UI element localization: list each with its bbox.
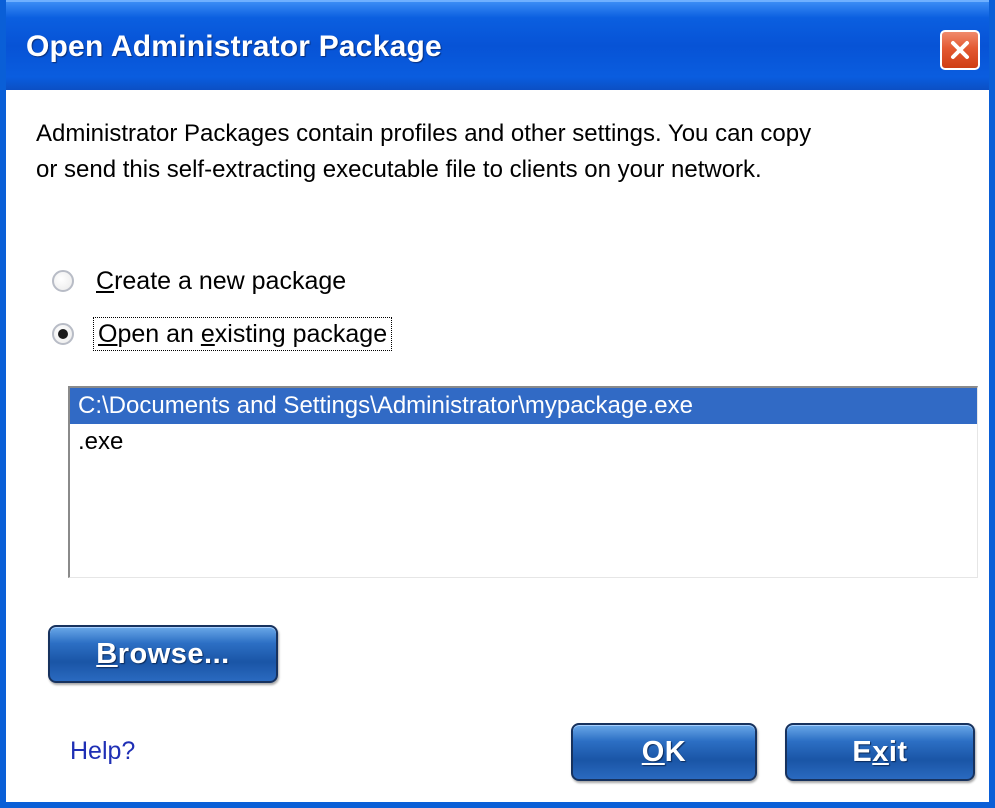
exit-label-rest: it bbox=[888, 735, 908, 768]
title-bar[interactable]: Open Administrator Package bbox=[6, 0, 989, 90]
description-line-2: or send this self-extracting executable … bbox=[36, 156, 762, 183]
exit-button[interactable]: Ex it bbox=[785, 723, 975, 781]
create-new-package-radio[interactable] bbox=[52, 270, 74, 292]
open-existing-mnemonic: O bbox=[98, 319, 118, 348]
package-list-item[interactable]: C:\Documents and Settings\Administrator\… bbox=[70, 388, 977, 424]
ok-button[interactable]: OK bbox=[571, 723, 757, 781]
close-button[interactable] bbox=[940, 30, 980, 70]
create-new-package-option[interactable]: Create a new package bbox=[52, 264, 346, 298]
help-link[interactable]: Help? bbox=[70, 737, 135, 766]
exit-label-pre: E bbox=[852, 735, 873, 768]
open-existing-package-label[interactable]: Open an existing package bbox=[92, 316, 393, 351]
browse-button[interactable]: Browse... bbox=[48, 625, 278, 683]
ok-label-rest: K bbox=[664, 735, 687, 768]
create-new-label-rest: reate a new package bbox=[114, 266, 347, 295]
open-existing-label-part1: pen an bbox=[117, 319, 201, 348]
package-list[interactable]: C:\Documents and Settings\Administrator\… bbox=[68, 386, 978, 578]
focus-rectangle: Open an existing package bbox=[92, 316, 393, 351]
create-new-mnemonic: C bbox=[96, 266, 115, 295]
ok-mnemonic: O bbox=[641, 735, 665, 768]
browse-label-rest: rowse... bbox=[117, 637, 230, 670]
open-existing-mnemonic-2: e bbox=[200, 319, 215, 348]
description-line-1: Administrator Packages contain profiles … bbox=[36, 120, 812, 147]
create-new-package-label[interactable]: Create a new package bbox=[96, 267, 346, 296]
description-text: Administrator Packages contain profiles … bbox=[36, 116, 976, 188]
radio-selected-dot bbox=[58, 329, 68, 339]
close-icon bbox=[951, 41, 969, 59]
browse-mnemonic: B bbox=[96, 637, 118, 670]
package-list-item[interactable]: .exe bbox=[70, 424, 977, 460]
open-existing-package-radio[interactable] bbox=[52, 323, 74, 345]
open-existing-label-part2: xisting package bbox=[214, 319, 388, 348]
exit-mnemonic: x bbox=[872, 735, 889, 768]
window-title: Open Administrator Package bbox=[26, 30, 442, 63]
open-existing-package-option[interactable]: Open an existing package bbox=[52, 316, 393, 351]
open-administrator-package-dialog: Open Administrator Package Administrator… bbox=[0, 0, 995, 808]
